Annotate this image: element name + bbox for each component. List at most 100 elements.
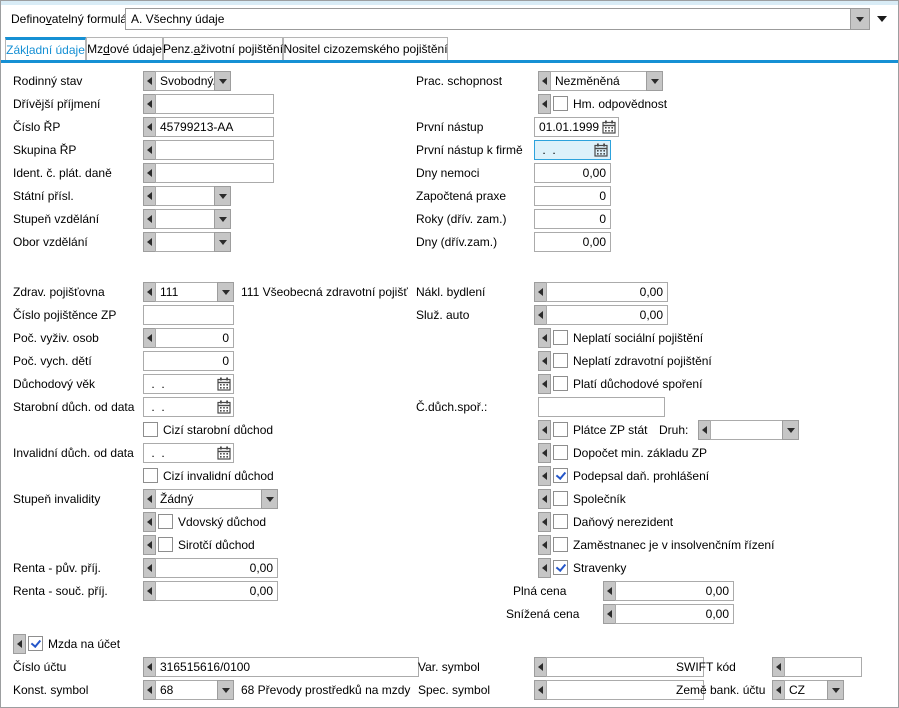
konst-symbol-combo[interactable]: 68 [143,680,234,700]
neplati-zdrav-checkbox[interactable] [553,353,568,368]
cislo-uctu-value[interactable]: 316515616/0100 [155,657,419,677]
calendar-button[interactable] [214,398,233,416]
podepsal-dan-checkbox-row[interactable]: Podepsal daň. prohlášení [538,466,758,486]
field-detail-arrow-icon[interactable] [538,443,551,463]
druh-combo[interactable] [698,420,799,440]
hm-odpovednost-checkbox-row[interactable]: Hm. odpovědnost [538,94,698,114]
calendar-button[interactable] [214,375,233,393]
field-detail-arrow-icon[interactable] [538,420,551,440]
field-detail-arrow-icon[interactable] [538,374,551,394]
renta-souc-field[interactable]: 0,00 [143,581,278,601]
obor-vzdelani-combo[interactable] [143,232,231,252]
poc-vyziv-osob-value[interactable]: 0 [155,328,234,348]
spolecnik-checkbox[interactable] [553,491,568,506]
platce-zp-stat-checkbox-row[interactable]: Plátce ZP stát [538,420,653,440]
prac-schopnost-combo[interactable]: Nezměněná [538,71,663,91]
platce-zp-stat-checkbox[interactable] [553,422,568,437]
form-menu-arrow-icon[interactable] [877,16,887,22]
field-detail-arrow-icon[interactable] [13,634,26,654]
dropdown-arrow-icon[interactable] [782,420,799,440]
roky-driv-zam-value[interactable]: 0 [534,209,611,229]
field-detail-arrow-icon[interactable] [538,328,551,348]
tab-nositel-cizozemskeho-pojisteni[interactable]: Nositel cizozemského pojištění [283,37,448,60]
field-detail-arrow-icon[interactable] [538,466,551,486]
invalidni-duch-date-field[interactable]: . . [143,443,234,463]
cislo-pojistence-zp-field[interactable] [143,305,234,325]
renta-puv-value[interactable]: 0,00 [155,558,278,578]
drivejsi-prijmeni-field[interactable] [143,94,274,114]
dny-driv-zam-field[interactable]: 0,00 [534,232,611,252]
danovy-nerezident-checkbox-row[interactable]: Daňový nerezident [538,512,758,532]
nakl-bydleni-value[interactable]: 0,00 [546,282,668,302]
vdovsky-duchod-checkbox[interactable] [158,514,173,529]
prvni-nastup-date-field[interactable]: 01.01.1999 [534,117,611,137]
prvni-nastup-k-firme-value[interactable]: . . [535,141,591,159]
insolvence-checkbox[interactable] [553,537,568,552]
field-detail-arrow-icon[interactable] [538,512,551,532]
invalidni-duch-value[interactable]: . . [144,444,214,462]
dropdown-arrow-icon[interactable] [214,71,231,91]
field-detail-arrow-icon[interactable] [538,558,551,578]
swift-kod-field[interactable] [772,657,862,677]
dopocet-min-zp-checkbox[interactable] [553,445,568,460]
prvni-nastup-value[interactable]: 01.01.1999 [535,118,599,136]
sirotci-duchod-checkbox[interactable] [158,537,173,552]
plna-cena-value[interactable]: 0,00 [615,581,734,601]
ident-c-plat-dane-field[interactable] [143,163,274,183]
cislo-rp-value[interactable]: 45799213-AA [155,117,274,137]
stupen-invalidity-combo[interactable]: Žádný [143,489,278,509]
starobni-duch-date-field[interactable]: . . [143,397,234,417]
field-detail-arrow-icon[interactable] [538,94,551,114]
cizi-invalidni-checkbox[interactable] [143,468,158,483]
tab-zakladni-udaje[interactable]: Základní údaje [5,37,86,60]
insolvence-checkbox-row[interactable]: Zaměstnanec je v insolvenčním řízení [538,535,798,555]
starobni-duch-value[interactable]: . . [144,398,214,416]
zeme-bank-uctu-combo[interactable]: CZ [772,680,844,700]
podepsal-dan-checkbox[interactable] [553,468,568,483]
zapoctena-praxe-value[interactable]: 0 [534,186,611,206]
tab-penz-a-zivotni-pojisteni[interactable]: Penz. a životní pojištění [163,37,283,60]
sluz-auto-value[interactable]: 0,00 [546,305,668,325]
roky-driv-zam-field[interactable]: 0 [534,209,611,229]
cizi-invalidni-checkbox-row[interactable]: Cizí invalidní důchod [143,466,293,486]
sirotci-duchod-checkbox-row[interactable]: Sirotčí důchod [143,535,293,555]
vdovsky-duchod-checkbox-row[interactable]: Vdovský důchod [143,512,293,532]
dropdown-arrow-icon[interactable] [827,680,844,700]
calendar-button[interactable] [591,141,610,159]
field-detail-arrow-icon[interactable] [538,489,551,509]
dropdown-arrow-icon[interactable] [850,9,869,29]
plna-cena-field[interactable]: 0,00 [603,581,734,601]
mzda-na-ucet-checkbox[interactable] [28,636,43,651]
definable-form-combo[interactable]: A. Všechny údaje [125,8,870,30]
plati-duch-sporeni-checkbox-row[interactable]: Platí důchodové spoření [538,374,758,394]
field-detail-arrow-icon[interactable] [143,512,156,532]
mzda-na-ucet-checkbox-row[interactable]: Mzda na účet [13,634,153,654]
ident-c-plat-dane-value[interactable] [155,163,274,183]
calendar-button[interactable] [599,118,618,136]
neplati-soc-checkbox-row[interactable]: Neplatí sociální pojištění [538,328,758,348]
cislo-uctu-field[interactable]: 316515616/0100 [143,657,419,677]
dopocet-min-zp-checkbox-row[interactable]: Dopočet min. základu ZP [538,443,758,463]
calendar-button[interactable] [214,444,233,462]
stupen-vzdelani-combo[interactable] [143,209,231,229]
dropdown-arrow-icon[interactable] [261,489,278,509]
renta-puv-field[interactable]: 0,00 [143,558,278,578]
drivejsi-prijmeni-value[interactable] [155,94,274,114]
prvni-nastup-k-firme-date-field[interactable]: . . [534,140,611,160]
duchodovy-vek-date-field[interactable]: . . [143,374,234,394]
dropdown-arrow-icon[interactable] [217,680,234,700]
snizena-cena-field[interactable]: 0,00 [603,604,734,624]
neplati-soc-checkbox[interactable] [553,330,568,345]
field-detail-arrow-icon[interactable] [538,535,551,555]
zdrav-pojistovna-combo[interactable]: 111 [143,282,234,302]
dropdown-arrow-icon[interactable] [217,282,234,302]
renta-souc-value[interactable]: 0,00 [155,581,278,601]
skupina-rp-value[interactable] [155,140,274,160]
swift-kod-value[interactable] [784,657,862,677]
neplati-zdrav-checkbox-row[interactable]: Neplatí zdravotní pojištění [538,351,758,371]
poc-vyziv-osob-field[interactable]: 0 [143,328,234,348]
c-duch-spor-value[interactable] [538,397,665,417]
cislo-rp-field[interactable]: 45799213-AA [143,117,274,137]
cizi-starobni-checkbox-row[interactable]: Cizí starobní důchod [143,420,293,440]
c-duch-spor-field[interactable] [538,397,665,417]
